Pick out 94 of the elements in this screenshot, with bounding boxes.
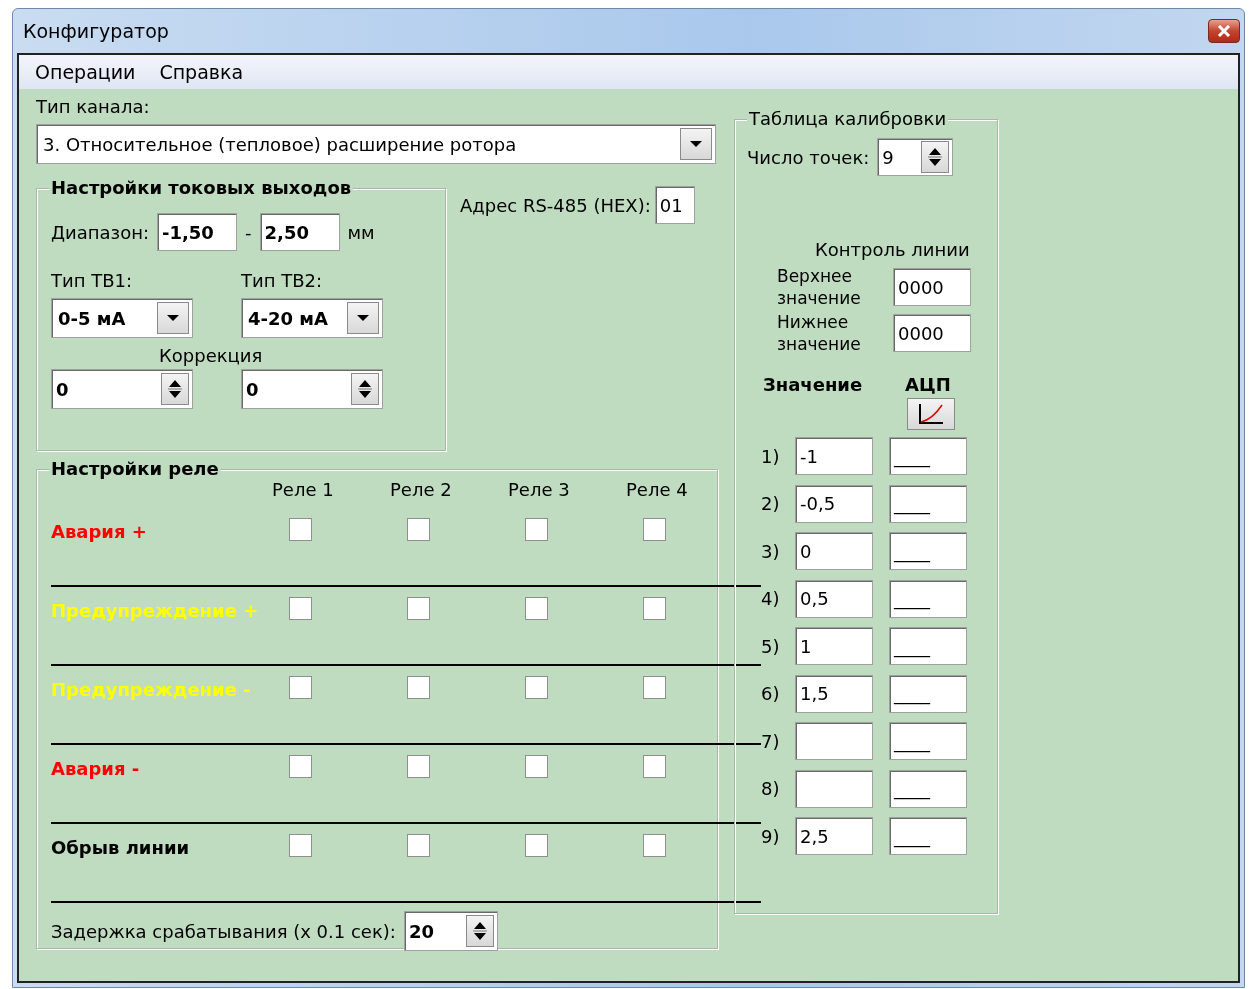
menu-item[interactable]: Справка — [151, 57, 252, 87]
input-field[interactable] — [795, 722, 873, 761]
checkbox[interactable] — [643, 518, 666, 541]
field-label: Тип канала: — [36, 95, 151, 119]
unit-label: мм — [347, 220, 375, 245]
input-field[interactable]: 1,5 — [795, 674, 873, 713]
menu-item[interactable]: Операции — [27, 57, 144, 87]
checkbox[interactable] — [643, 597, 666, 620]
input-field[interactable]: ____ — [889, 769, 967, 808]
checkbox[interactable] — [289, 676, 312, 699]
row-number: 2) — [761, 492, 781, 517]
field-label: Адрес RS-485 (HEX): — [460, 193, 651, 218]
chart-button[interactable] — [907, 398, 955, 431]
row-number: 4) — [761, 587, 781, 612]
row-number: 1) — [761, 444, 781, 469]
input-field[interactable]: 0000 — [893, 314, 971, 353]
input-field[interactable]: 01 — [654, 186, 695, 224]
checkbox[interactable] — [289, 597, 312, 620]
spin-box[interactable]: 20 — [403, 911, 498, 951]
row-number: 9) — [761, 824, 781, 849]
column-header: АЦП — [905, 373, 951, 398]
checkbox[interactable] — [643, 676, 666, 699]
input-field[interactable]: ____ — [889, 532, 967, 571]
checkbox[interactable] — [289, 518, 312, 541]
checkbox[interactable] — [407, 597, 430, 620]
spin-box[interactable]: 0 — [51, 369, 193, 409]
row-number: 5) — [761, 634, 781, 659]
input-field[interactable]: -1 — [795, 437, 873, 476]
input-field[interactable]: ____ — [889, 484, 967, 523]
row-label: Предупреждение - — [51, 679, 251, 700]
row-label: Авария - — [51, 758, 140, 779]
input-field[interactable]: ____ — [889, 627, 967, 666]
input-field[interactable]: 2,50 — [259, 213, 340, 251]
column-header: Реле 4 — [626, 479, 688, 500]
input-field[interactable]: 1 — [795, 627, 873, 666]
field-label: Коррекция — [159, 344, 263, 368]
checkbox[interactable] — [525, 597, 548, 620]
row-number: 3) — [761, 539, 781, 564]
column-header: Реле 3 — [508, 479, 570, 500]
separator-text: - — [245, 220, 252, 245]
checkbox[interactable] — [407, 676, 430, 699]
input-field[interactable]: -1,50 — [157, 213, 237, 251]
column-header: Реле 2 — [390, 479, 452, 500]
close-button[interactable] — [1208, 19, 1240, 43]
row-label: Обрыв линии — [51, 837, 190, 858]
dropdown[interactable]: 4-20 мА — [241, 298, 383, 338]
checkbox[interactable] — [643, 834, 666, 857]
input-field[interactable]: 0000 — [893, 268, 971, 307]
dropdown[interactable]: 3. Относительное (тепловое) расширение ротора — [36, 124, 716, 164]
column-header: Значение — [763, 373, 864, 398]
spin-box[interactable]: 9 — [877, 138, 954, 176]
checkbox[interactable] — [525, 518, 548, 541]
checkbox[interactable] — [525, 755, 548, 778]
chart-icon — [916, 402, 946, 427]
caret-icon — [356, 314, 370, 322]
input-field[interactable]: ____ — [889, 674, 967, 713]
input-field[interactable]: ____ — [889, 579, 967, 618]
field-label: Задержка срабатывания (x 0.1 сек): — [51, 919, 396, 944]
window-title: Конфигуратор — [23, 18, 169, 44]
close-icon — [1217, 25, 1231, 37]
input-field[interactable]: 0 — [795, 532, 873, 571]
field-label: Верхнее значение — [777, 265, 862, 310]
input-field[interactable]: 2,5 — [795, 817, 873, 856]
row-label: Авария + — [51, 521, 147, 542]
checkbox[interactable] — [289, 834, 312, 857]
input-field[interactable]: ____ — [889, 722, 967, 761]
caret-icon — [166, 314, 180, 322]
input-field[interactable]: 0,5 — [795, 579, 873, 618]
input-field[interactable]: ____ — [889, 817, 967, 856]
checkbox[interactable] — [407, 518, 430, 541]
section-label: Контроль линии — [815, 238, 970, 262]
row-number: 6) — [761, 682, 781, 707]
checkbox[interactable] — [525, 676, 548, 699]
checkbox[interactable] — [525, 834, 548, 857]
row-number: 7) — [761, 729, 781, 754]
spin-box[interactable]: 0 — [241, 369, 383, 409]
dropdown[interactable]: 0-5 мА — [51, 298, 193, 338]
group-title: Таблица калибровки — [747, 107, 949, 131]
field-label: Тип ТВ1: — [51, 269, 134, 293]
field-label: Нижнее значение — [777, 311, 862, 356]
field-label: Диапазон: — [51, 220, 149, 245]
row-label: Предупреждение + — [51, 600, 259, 621]
checkbox[interactable] — [407, 834, 430, 857]
field-label: Тип ТВ2: — [241, 269, 324, 293]
input-field[interactable]: -0,5 — [795, 484, 873, 523]
row-number: 8) — [761, 777, 781, 802]
input-field[interactable] — [795, 769, 873, 808]
field-label: Число точек: — [747, 145, 870, 170]
checkbox[interactable] — [643, 755, 666, 778]
checkbox[interactable] — [407, 755, 430, 778]
column-header: Реле 1 — [272, 479, 334, 500]
caret-icon — [689, 140, 703, 148]
checkbox[interactable] — [289, 755, 312, 778]
input-field[interactable]: ____ — [889, 437, 967, 476]
